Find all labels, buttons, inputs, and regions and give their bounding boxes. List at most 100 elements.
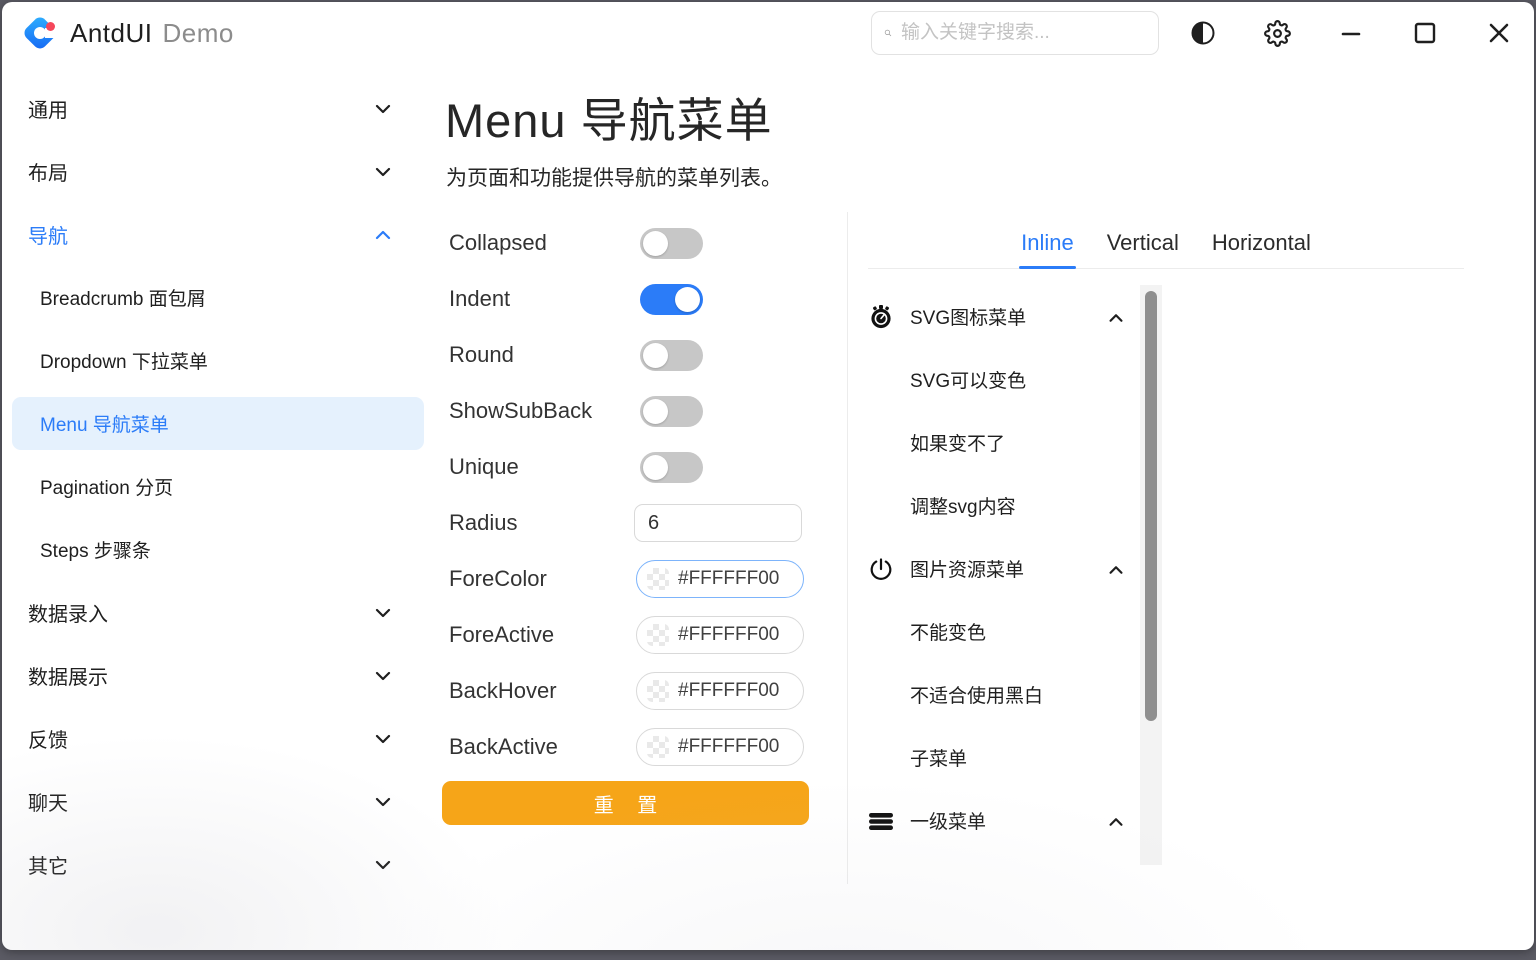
close-button[interactable] — [1476, 10, 1522, 56]
demo-tabs: Inline Vertical Horizontal — [868, 230, 1464, 269]
radius-label: Radius — [449, 510, 640, 536]
demo-menu-item-level1-group[interactable]: 一级菜单 — [868, 789, 1126, 852]
sidebar-item-pagination[interactable]: Pagination 分页 — [2, 455, 432, 518]
demo-menu-label: 一级菜单 — [910, 807, 986, 834]
search-box[interactable] — [871, 11, 1159, 55]
demo-menu-item[interactable]: 不适合使用黑白 — [868, 663, 1126, 726]
demo-menu-label: SVG图标菜单 — [910, 303, 1026, 330]
app-title: AntdUIDemo — [70, 18, 234, 49]
collapsed-toggle[interactable] — [640, 228, 703, 259]
backactive-input[interactable]: #FFFFFF00 — [636, 728, 804, 766]
sidebar-item-chat[interactable]: 聊天 — [2, 770, 432, 833]
config-panel: Collapsed Indent Round ShowSubBack Uniqu… — [449, 215, 811, 775]
chevron-down-icon — [372, 665, 394, 687]
backhover-input[interactable]: #FFFFFF00 — [636, 672, 804, 710]
maximize-button[interactable] — [1402, 10, 1448, 56]
minimize-button[interactable] — [1328, 10, 1374, 56]
sidebar-item-general[interactable]: 通用 — [2, 77, 432, 140]
color-value: #FFFFFF00 — [678, 680, 779, 702]
app-logo-icon — [20, 13, 60, 53]
demo-menu-item-svg-group[interactable]: SVG图标菜单 — [868, 285, 1126, 348]
config-row-unique: Unique — [449, 439, 811, 495]
sidebar-item-other[interactable]: 其它 — [2, 833, 432, 896]
panel-divider — [847, 212, 848, 884]
demo-menu-label: 图片资源菜单 — [910, 555, 1024, 582]
transparency-swatch — [647, 568, 669, 590]
sidebar-item-menu[interactable]: Menu 导航菜单 — [12, 397, 424, 450]
sidebar-item-label: Steps 步骤条 — [40, 536, 394, 563]
sidebar-item-feedback[interactable]: 反馈 — [2, 707, 432, 770]
search-icon — [884, 23, 892, 43]
main-content: Menu 导航菜单 为页面和功能提供导航的菜单列表。 Collapsed Ind… — [432, 64, 1534, 950]
sidebar-item-breadcrumb[interactable]: Breadcrumb 面包屑 — [2, 266, 432, 329]
transparency-swatch — [647, 680, 669, 702]
color-value: #FFFFFF00 — [678, 568, 779, 590]
sidebar-item-steps[interactable]: Steps 步骤条 — [2, 518, 432, 581]
menu-bars-icon — [868, 808, 894, 834]
sidebar-item-label: 通用 — [28, 94, 372, 123]
chevron-up-icon — [1104, 810, 1126, 832]
config-row-showsubback: ShowSubBack — [449, 383, 811, 439]
demo-menu-item[interactable]: 如果变不了 — [868, 411, 1126, 474]
toggle-knob — [643, 455, 668, 480]
demo-menu-item-image-group[interactable]: 图片资源菜单 — [868, 537, 1126, 600]
config-row-indent: Indent — [449, 271, 811, 327]
settings-button[interactable] — [1254, 10, 1300, 56]
toggle-label: Collapsed — [449, 230, 640, 256]
color-value: #FFFFFF00 — [678, 736, 779, 758]
chevron-down-icon — [372, 791, 394, 813]
demo-menu-item[interactable]: 调整svg内容 — [868, 474, 1126, 537]
app-window: AntdUIDemo — [2, 2, 1534, 950]
config-row-forecolor: ForeColor #FFFFFF00 — [449, 551, 811, 607]
demo-menu-item[interactable]: 子菜单 — [868, 726, 1126, 789]
theme-toggle-button[interactable] — [1180, 10, 1226, 56]
tab-inline[interactable]: Inline — [1021, 230, 1074, 256]
toggle-knob — [643, 399, 668, 424]
demo-menu-label: SVG可以变色 — [910, 366, 1026, 393]
demo-menu-item[interactable]: 不能变色 — [868, 600, 1126, 663]
toggle-knob — [643, 231, 668, 256]
indent-toggle[interactable] — [640, 284, 703, 315]
page-title: Menu 导航菜单 — [445, 82, 773, 151]
showsubback-toggle[interactable] — [640, 396, 703, 427]
demo-menu-label: 不适合使用黑白 — [910, 681, 1043, 708]
demo-scrollbar[interactable] — [1140, 285, 1162, 865]
round-toggle[interactable] — [640, 340, 703, 371]
unique-toggle[interactable] — [640, 452, 703, 483]
maximize-icon — [1411, 19, 1439, 47]
sidebar-item-label: 反馈 — [28, 724, 372, 753]
color-label: BackHover — [449, 678, 640, 704]
config-row-collapsed: Collapsed — [449, 215, 811, 271]
radius-input[interactable] — [634, 504, 802, 542]
sidebar-item-navigation[interactable]: 导航 — [2, 203, 432, 266]
tab-vertical[interactable]: Vertical — [1107, 230, 1179, 256]
config-row-round: Round — [449, 327, 811, 383]
chevron-down-icon — [372, 602, 394, 624]
chevron-up-icon — [1104, 306, 1126, 328]
tab-horizontal[interactable]: Horizontal — [1212, 230, 1311, 256]
forecolor-input[interactable]: #FFFFFF00 — [636, 560, 804, 598]
sidebar-item-label: Dropdown 下拉菜单 — [40, 347, 394, 374]
config-row-backhover: BackHover #FFFFFF00 — [449, 663, 811, 719]
toggle-label: ShowSubBack — [449, 398, 640, 424]
demo-menu-item[interactable]: SVG可以变色 — [868, 348, 1126, 411]
reset-button[interactable]: 重 置 — [442, 781, 809, 825]
sidebar-item-data-display[interactable]: 数据展示 — [2, 644, 432, 707]
sidebar-item-layout[interactable]: 布局 — [2, 140, 432, 203]
stopwatch-icon — [868, 304, 894, 330]
config-row-foreactive: ForeActive #FFFFFF00 — [449, 607, 811, 663]
sidebar-item-label: 数据展示 — [28, 661, 372, 690]
sidebar-item-label: 导航 — [28, 220, 372, 249]
color-label: ForeColor — [449, 566, 640, 592]
search-input[interactable] — [901, 22, 1146, 44]
foreactive-input[interactable]: #FFFFFF00 — [636, 616, 804, 654]
scrollbar-thumb[interactable] — [1145, 291, 1157, 721]
demo-menu-label: 如果变不了 — [910, 429, 1005, 456]
color-label: BackActive — [449, 734, 640, 760]
config-row-backactive: BackActive #FFFFFF00 — [449, 719, 811, 775]
chevron-down-icon — [372, 98, 394, 120]
sidebar-item-label: 聊天 — [28, 787, 372, 816]
sidebar-item-dropdown[interactable]: Dropdown 下拉菜单 — [2, 329, 432, 392]
title-bar: AntdUIDemo — [2, 2, 1534, 64]
sidebar-item-data-entry[interactable]: 数据录入 — [2, 581, 432, 644]
